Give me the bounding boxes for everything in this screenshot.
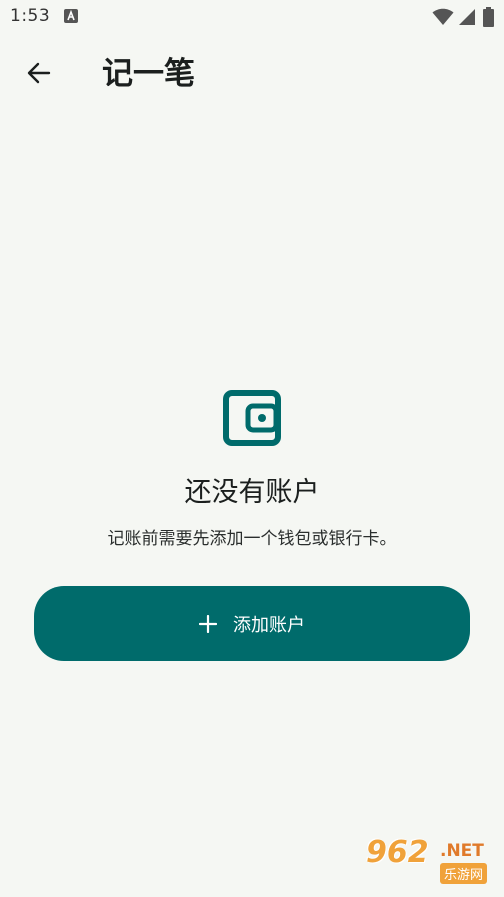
a-notification-icon bbox=[64, 9, 78, 23]
watermark-net: .NET bbox=[440, 841, 484, 861]
site-watermark: 962 .NET 乐游网 bbox=[366, 835, 498, 891]
page-title: 记一笔 bbox=[102, 56, 195, 92]
back-button[interactable] bbox=[16, 52, 62, 98]
wifi-icon bbox=[432, 8, 454, 30]
signal-icon bbox=[458, 8, 476, 30]
add-account-button[interactable]: 添加账户 bbox=[34, 586, 470, 661]
wallet-icon bbox=[222, 388, 282, 448]
status-bar: 1:53 bbox=[0, 0, 504, 34]
empty-state-title: 还没有账户 bbox=[184, 477, 320, 508]
app-bar: 记一笔 bbox=[0, 40, 504, 110]
watermark-site-name: 乐游网 bbox=[440, 863, 488, 884]
empty-state-subtitle: 记账前需要先添加一个钱包或银行卡。 bbox=[107, 529, 397, 549]
add-account-label: 添加账户 bbox=[233, 614, 305, 636]
screen: 1:53 记一笔 还没有账户 记账前需要先添加一个钱包或银行卡。 添加账户 96… bbox=[0, 0, 504, 897]
arrow-left-icon bbox=[26, 60, 52, 90]
status-time: 1:53 bbox=[10, 6, 51, 26]
watermark-number: 962 bbox=[366, 835, 429, 870]
plus-icon bbox=[198, 614, 218, 633]
battery-icon bbox=[483, 7, 494, 31]
